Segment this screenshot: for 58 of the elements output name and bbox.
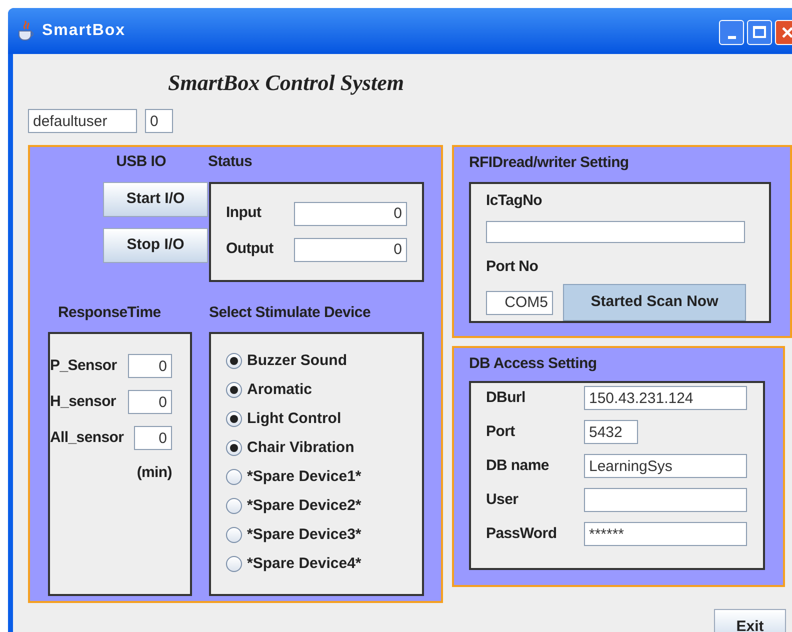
label: Port No bbox=[486, 256, 540, 276]
user-field[interactable]: defaultuser bbox=[28, 109, 137, 133]
radio-icon[interactable] bbox=[226, 440, 242, 456]
radio-option[interactable]: Aromatic bbox=[226, 380, 422, 400]
input-field[interactable]: 0 bbox=[294, 238, 407, 262]
radio-option[interactable]: Buzzer Sound bbox=[226, 351, 422, 371]
label: Select Stimulate Device bbox=[209, 302, 372, 322]
tag-field[interactable] bbox=[486, 220, 745, 242]
label: Status bbox=[208, 152, 254, 172]
label: DB name bbox=[486, 456, 550, 476]
radio-icon[interactable] bbox=[226, 353, 242, 369]
radio-icon[interactable] bbox=[226, 469, 242, 485]
app-heading: SmartBox Control System bbox=[168, 69, 404, 97]
input-field[interactable]: 0 bbox=[128, 390, 172, 414]
count-field[interactable]: 0 bbox=[145, 109, 173, 133]
input-field[interactable]: 0 bbox=[128, 354, 172, 378]
radio-icon[interactable] bbox=[226, 527, 242, 543]
port-field[interactable]: COM5 bbox=[486, 290, 553, 314]
minimize-icon[interactable] bbox=[719, 20, 744, 44]
window-title: SmartBox bbox=[42, 21, 126, 41]
input-field[interactable]: 5432 bbox=[584, 420, 638, 444]
coffee-cup-icon bbox=[16, 20, 36, 42]
label: RFIDread/writer Setting bbox=[469, 154, 629, 171]
input-field[interactable]: 0 bbox=[294, 202, 407, 226]
scan-button[interactable]: Started Scan Now bbox=[563, 284, 746, 321]
radio-icon[interactable] bbox=[226, 382, 242, 398]
label: P_Sensor bbox=[50, 356, 117, 376]
input-field[interactable]: 0 bbox=[134, 426, 172, 450]
radio-option[interactable]: *Spare Device3* bbox=[226, 525, 422, 545]
radio-option[interactable]: *Spare Device2* bbox=[226, 496, 422, 516]
label: PassWord bbox=[486, 524, 558, 544]
input-field[interactable] bbox=[584, 488, 747, 512]
action-button[interactable]: Stop I/O bbox=[103, 228, 208, 262]
maximize-icon[interactable] bbox=[747, 20, 772, 44]
radio-option[interactable]: Chair Vibration bbox=[226, 438, 422, 458]
radio-icon[interactable] bbox=[226, 556, 242, 572]
label: DB Access Setting bbox=[469, 355, 597, 372]
action-button[interactable]: Start I/O bbox=[103, 182, 208, 216]
label: USB IO bbox=[116, 152, 166, 172]
radio-icon[interactable] bbox=[226, 411, 242, 427]
label: Port bbox=[486, 422, 516, 442]
input-field[interactable]: ****** bbox=[584, 522, 747, 546]
label: Output bbox=[226, 239, 274, 260]
action-button[interactable]: Exit bbox=[714, 609, 786, 632]
label: User bbox=[486, 490, 520, 510]
radio-option[interactable]: *Spare Device4* bbox=[226, 554, 422, 574]
label: (min) bbox=[136, 463, 172, 483]
label: DBurl bbox=[486, 388, 526, 408]
label: IcTagNo bbox=[486, 191, 543, 211]
radio-option[interactable]: Light Control bbox=[226, 409, 422, 429]
label: ResponseTime bbox=[58, 302, 162, 322]
input-field[interactable]: LearningSys bbox=[584, 454, 747, 478]
label: H_sensor bbox=[50, 392, 116, 412]
label: Input bbox=[226, 203, 262, 224]
input-field[interactable]: 150.43.231.124 bbox=[584, 386, 747, 410]
radio-option[interactable]: *Spare Device1* bbox=[226, 467, 422, 487]
label: All_sensor bbox=[50, 428, 124, 448]
radio-icon[interactable] bbox=[226, 498, 242, 514]
